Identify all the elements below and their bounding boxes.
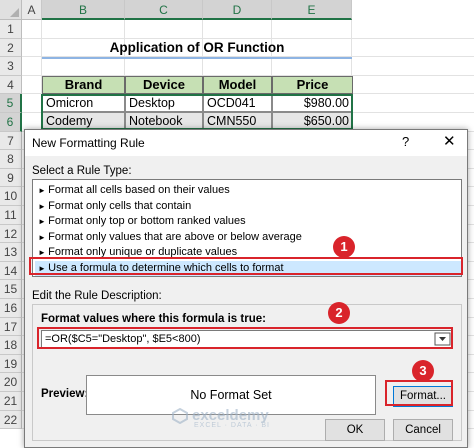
- row-header-19[interactable]: 19: [0, 354, 22, 374]
- callout-highlight-format: [385, 380, 453, 406]
- callout-badge-2: 2: [328, 302, 350, 324]
- table-header-cell[interactable]: Device: [125, 76, 203, 94]
- row-header-22[interactable]: 22: [0, 410, 22, 430]
- column-header-b[interactable]: B: [42, 0, 125, 20]
- row-header-18[interactable]: 18: [0, 336, 22, 355]
- table-header-cell[interactable]: Price: [272, 76, 353, 94]
- exceldemy-logo-icon: [172, 408, 188, 424]
- column-header-d[interactable]: D: [203, 0, 272, 20]
- arrow-right-icon: ►: [38, 217, 49, 226]
- row-header-8[interactable]: 8: [0, 150, 22, 169]
- rule-type-item[interactable]: ► Format only cells that contain: [35, 199, 461, 214]
- rule-type-item[interactable]: ► Format only top or bottom ranked value…: [35, 214, 461, 229]
- column-header-e[interactable]: E: [272, 0, 352, 20]
- column-header-a[interactable]: A: [22, 0, 42, 20]
- edit-rule-description-label: Edit the Rule Description:: [32, 290, 162, 302]
- rule-type-item[interactable]: ► Format only values that are above or b…: [35, 230, 461, 245]
- row-header-5[interactable]: 5: [0, 94, 22, 113]
- dialog-title: New Formatting Rule: [32, 136, 145, 150]
- close-icon[interactable]: ✕: [443, 132, 456, 150]
- row-header-3[interactable]: 3: [0, 57, 22, 76]
- help-button[interactable]: ?: [402, 134, 409, 149]
- rule-type-item[interactable]: ► Format all cells based on their values: [35, 183, 461, 198]
- row-header-17[interactable]: 17: [0, 317, 22, 337]
- row-header-7[interactable]: 7: [0, 131, 22, 151]
- column-header-c[interactable]: C: [125, 0, 203, 20]
- row-header-12[interactable]: 12: [0, 224, 22, 244]
- row-header-2[interactable]: 2: [0, 38, 22, 58]
- rule-type-label: Format only values that are above or bel…: [48, 230, 302, 243]
- watermark-tagline: EXCEL · DATA · BI: [194, 422, 270, 429]
- row-header-9[interactable]: 9: [0, 168, 22, 188]
- rule-type-label: Format only cells that contain: [48, 199, 192, 212]
- row-header-10[interactable]: 10: [0, 187, 22, 206]
- row-header-13[interactable]: 13: [0, 243, 22, 262]
- ok-button[interactable]: OK: [325, 419, 385, 441]
- arrow-right-icon: ►: [38, 232, 49, 242]
- selected-range-border: [41, 94, 353, 130]
- preview-label: Preview:: [41, 388, 89, 400]
- rule-type-label: Format all cells based on their values: [48, 184, 230, 196]
- row-header-20[interactable]: 20: [0, 373, 22, 392]
- formula-label: Format values where this formula is true…: [41, 313, 266, 325]
- row-header-16[interactable]: 16: [0, 299, 22, 318]
- row-header-1[interactable]: 1: [0, 20, 22, 39]
- callout-badge-1: 1: [333, 236, 355, 258]
- callout-highlight-formula: [37, 327, 453, 349]
- callout-badge-3: 3: [412, 360, 434, 382]
- row-header-14[interactable]: 14: [0, 261, 22, 281]
- rule-type-label: Format only top or bottom ranked values: [48, 215, 246, 227]
- row-header-11[interactable]: 11: [0, 206, 22, 225]
- arrow-right-icon: ►: [38, 248, 49, 257]
- row-header-6[interactable]: 6: [0, 113, 22, 132]
- row-header-4[interactable]: 4: [0, 75, 22, 95]
- dialog-titlebar: New Formatting Rule ? ✕: [25, 130, 467, 156]
- table-header-cell[interactable]: Model: [203, 76, 272, 94]
- row-header-21[interactable]: 21: [0, 392, 22, 411]
- row-header-15[interactable]: 15: [0, 280, 22, 299]
- arrow-right-icon: ►: [38, 186, 49, 195]
- arrow-right-icon: ►: [38, 201, 49, 211]
- select-rule-type-label: Select a Rule Type:: [32, 165, 132, 177]
- select-all-corner[interactable]: [0, 0, 22, 20]
- sheet-title: Application of OR Function: [42, 37, 352, 59]
- callout-highlight-rule: [29, 257, 463, 275]
- table-header-cell[interactable]: Brand: [42, 76, 125, 94]
- cancel-button[interactable]: Cancel: [393, 419, 453, 441]
